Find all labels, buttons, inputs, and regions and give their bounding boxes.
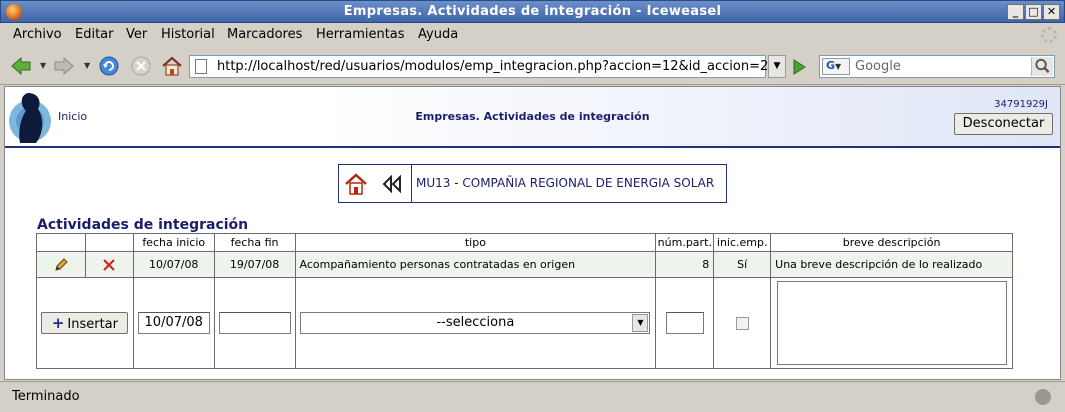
tipo-select[interactable]: --selecciona ▼: [300, 312, 651, 334]
header-num-part: núm.part.: [655, 233, 715, 252]
cell-descripcion: Una breve descripción de lo realizado: [770, 251, 1013, 278]
back-arrow-icon[interactable]: [10, 55, 32, 77]
inic-emp-cell: [713, 277, 772, 369]
delete-x-icon[interactable]: [101, 257, 117, 273]
search-engine-icon[interactable]: G▼: [822, 58, 850, 75]
stop-icon[interactable]: [130, 55, 152, 77]
separator: [411, 165, 412, 202]
descripcion-cell: [770, 277, 1013, 369]
inic-emp-checkbox[interactable]: [735, 316, 749, 330]
search-input[interactable]: Google: [855, 59, 901, 74]
menu-marcadores[interactable]: Marcadores: [227, 27, 302, 42]
menu-herramientas[interactable]: Herramientas: [316, 27, 405, 42]
menu-archivo[interactable]: Archivo: [13, 27, 62, 42]
page-icon: [195, 59, 207, 74]
url-dropdown-icon[interactable]: ▼: [768, 55, 786, 78]
page-heading: Empresas. Actividades de integración: [415, 110, 650, 123]
num-part-cell: [655, 277, 715, 369]
insert-button[interactable]: + Insertar: [41, 312, 129, 334]
search-go-button[interactable]: [1031, 57, 1053, 76]
go-arrow-icon[interactable]: [789, 57, 809, 77]
company-name: MU13 - COMPAÑIA REGIONAL DE ENERGIA SOLA…: [416, 176, 715, 190]
user-id: 34791929J: [994, 99, 1048, 110]
header-fecha-fin: fecha fin: [213, 233, 296, 252]
cell-inic-emp: Sí: [713, 251, 772, 278]
tipo-cell: --selecciona ▼: [294, 277, 657, 369]
menu-editar[interactable]: Editar: [75, 27, 114, 42]
window-title: Empresas. Actividades de integración - I…: [343, 4, 722, 19]
close-window-button[interactable]: ✕: [1043, 4, 1060, 20]
reload-icon[interactable]: [98, 55, 120, 77]
url-bar[interactable]: http://localhost/red/usuarios/modulos/em…: [189, 55, 769, 78]
section-title: Actividades de integración: [37, 217, 249, 233]
home-icon[interactable]: [344, 172, 368, 196]
tipo-select-value: --selecciona: [436, 315, 515, 330]
menu-bar: Archivo Editar Ver Historial Marcadores …: [0, 23, 1065, 47]
menu-historial[interactable]: Historial: [161, 27, 215, 42]
back-history-dropdown-icon[interactable]: ▼: [40, 61, 48, 70]
rewind-back-icon[interactable]: [382, 175, 402, 193]
page-header: Inicio Empresas. Actividades de integrac…: [5, 87, 1060, 148]
cell-fecha-inicio: 10/07/08: [132, 251, 215, 278]
menu-ver[interactable]: Ver: [126, 27, 147, 42]
header-descripcion: breve descripción: [770, 233, 1013, 252]
home-icon[interactable]: [161, 55, 183, 77]
fecha-fin-input[interactable]: [218, 312, 291, 334]
cell-fecha-fin: 19/07/08: [213, 251, 296, 278]
header-edit: [36, 233, 86, 252]
header-inic-emp: inic.emp.: [713, 233, 772, 252]
forward-arrow-icon[interactable]: [53, 55, 75, 77]
status-bar: Terminado: [0, 381, 1065, 412]
url-text: http://localhost/red/usuarios/modulos/em…: [217, 59, 769, 74]
cell-num-part: 8: [655, 251, 715, 278]
fecha-fin-cell: [213, 277, 296, 369]
pencil-edit-icon[interactable]: [53, 257, 69, 273]
throbber-icon: [1041, 27, 1057, 43]
header-fecha-inicio: fecha inicio: [132, 233, 215, 252]
search-bar[interactable]: G▼ Google: [819, 55, 1055, 78]
chevron-down-icon[interactable]: ▼: [632, 314, 649, 332]
logout-button[interactable]: Desconectar: [954, 113, 1053, 135]
page-content: Inicio Empresas. Actividades de integrac…: [4, 86, 1061, 380]
fecha-inicio-input[interactable]: 10/07/08: [137, 312, 210, 334]
activities-table: fecha inicio fecha fin tipo núm.part. in…: [36, 233, 1013, 369]
delete-cell: [84, 251, 134, 278]
security-status-icon: [1035, 389, 1051, 405]
insert-cell: + Insertar: [36, 277, 134, 369]
table-header-row: fecha inicio fecha fin tipo núm.part. in…: [36, 233, 1013, 252]
descripcion-textarea[interactable]: [776, 281, 1007, 365]
edit-cell: [36, 251, 86, 278]
header-delete: [84, 233, 134, 252]
minimize-button[interactable]: _: [1007, 4, 1024, 20]
cell-tipo: Acompañamiento personas contratadas en o…: [294, 251, 657, 278]
window-titlebar: Empresas. Actividades de integración - I…: [0, 0, 1065, 23]
header-tipo: tipo: [294, 233, 657, 252]
company-navigation-box: MU13 - COMPAÑIA REGIONAL DE ENERGIA SOLA…: [338, 164, 727, 203]
fecha-inicio-cell: 10/07/08: [132, 277, 215, 369]
status-text: Terminado: [12, 389, 80, 404]
table-row: 10/07/08 19/07/08 Acompañamiento persona…: [36, 251, 1013, 278]
maximize-button[interactable]: □: [1025, 4, 1042, 20]
num-part-input[interactable]: [665, 312, 704, 334]
navigation-toolbar: ▼ ▼ http://localhost/red/usuarios/modulo…: [0, 47, 1065, 85]
plus-icon: +: [51, 314, 65, 332]
menu-ayuda[interactable]: Ayuda: [418, 27, 458, 42]
magnifier-icon: [1035, 58, 1050, 73]
insert-form-row: + Insertar 10/07/08 --selecciona ▼: [36, 277, 1013, 369]
forward-history-dropdown-icon[interactable]: ▼: [84, 61, 92, 70]
